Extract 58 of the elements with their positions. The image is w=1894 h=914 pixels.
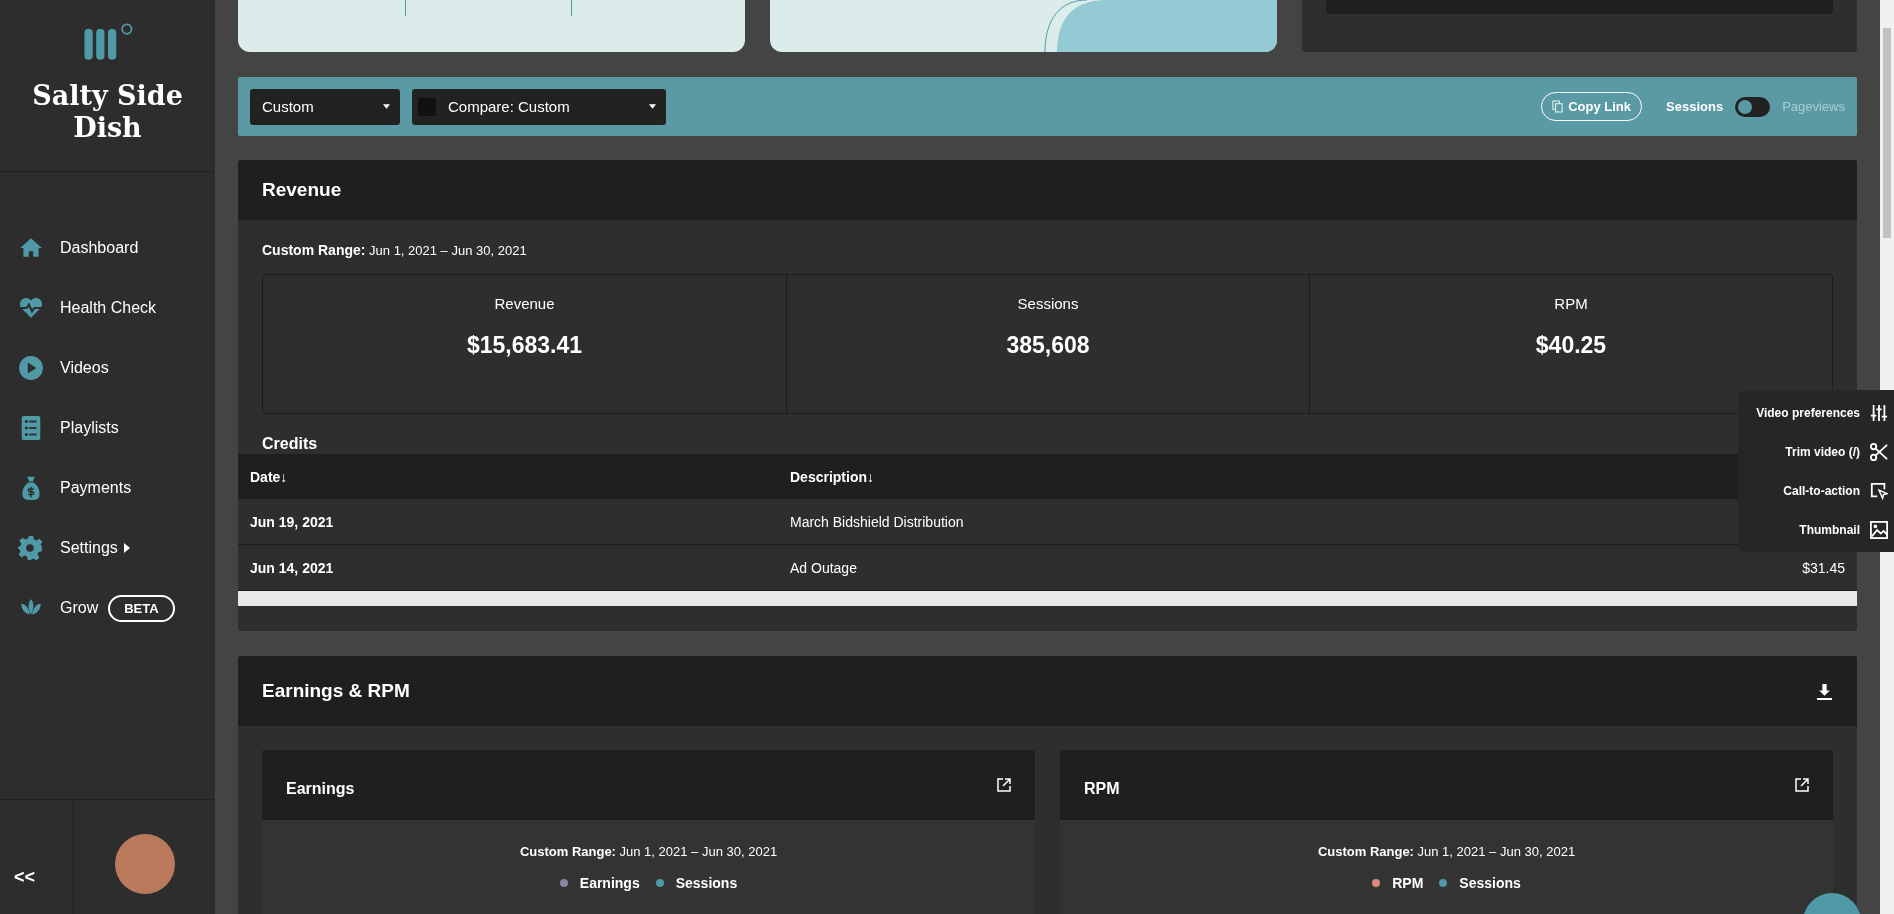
nav-item[interactable]: Videos xyxy=(0,338,215,398)
caret-icon xyxy=(383,104,390,109)
copy-icon xyxy=(1552,100,1564,113)
image-icon xyxy=(1870,520,1888,539)
compare-dropdown[interactable]: Compare: Custom xyxy=(412,88,666,125)
menu-item[interactable]: Thumbnail xyxy=(1738,510,1894,549)
menu-item[interactable]: Call-to-action xyxy=(1738,471,1894,510)
toggle-label: Sessions xyxy=(1666,99,1724,114)
table-cell-text: Ad Outage xyxy=(790,559,858,576)
caret-icon xyxy=(123,543,130,553)
external-link-icon[interactable] xyxy=(1795,778,1809,792)
stat-value: $40.25 xyxy=(1535,332,1607,359)
date-range: Custom Range: Jun 1, 2021 – Jun 30, 2021 xyxy=(1316,844,1577,859)
table-cell-text: Jun 19, 2021 xyxy=(250,513,335,530)
table-cell-text: Jun 14, 2021 xyxy=(250,559,335,576)
menu-item[interactable]: Video preferences xyxy=(1738,393,1894,432)
caret-icon xyxy=(649,104,656,109)
legend-label: Sessions xyxy=(1459,875,1521,891)
nav-item[interactable]: Settings xyxy=(0,518,215,578)
nav-item[interactable]: Grow BETA xyxy=(0,578,215,638)
menu-item[interactable]: Trim video (/) xyxy=(1738,432,1894,471)
horizontal-scrollbar[interactable] xyxy=(238,591,1857,606)
section-title: Credits xyxy=(262,434,318,454)
stat-label: RPM xyxy=(1554,295,1588,312)
date-range: Custom Range: Jun 1, 2021 – Jun 30, 2021 xyxy=(261,241,528,258)
nav-item[interactable]: Payments xyxy=(0,458,215,518)
stat-value: $15,683.41 xyxy=(466,332,583,359)
beta-badge: BETA xyxy=(108,594,175,622)
legend-label: Sessions xyxy=(675,875,738,891)
table-cell: $31.45 xyxy=(1802,559,1845,576)
card-title: Earnings & RPM xyxy=(262,680,410,702)
panel-title: Earnings xyxy=(286,779,355,798)
legend-label: RPM xyxy=(1392,875,1424,891)
stat-label: Revenue xyxy=(494,295,555,312)
nav-item[interactable]: Dashboard xyxy=(0,218,215,278)
date-range: Custom Range: Jun 1, 2021 – Jun 30, 2021 xyxy=(518,844,779,859)
metric-toggle[interactable] xyxy=(1735,96,1771,117)
play-icon xyxy=(18,355,44,381)
nav-item[interactable]: Health Check xyxy=(0,278,215,338)
nav-item[interactable]: Playlists xyxy=(0,398,215,458)
settings-icon xyxy=(18,535,44,561)
cursor-icon xyxy=(1870,481,1888,500)
card-title: Revenue xyxy=(262,179,342,201)
logo-icon xyxy=(81,22,134,62)
stat-label: Sessions xyxy=(1017,295,1079,312)
stat-value: 385,608 xyxy=(1006,332,1090,359)
download-icon[interactable] xyxy=(1816,682,1833,700)
scissors-icon xyxy=(1870,442,1888,461)
range-dropdown[interactable]: Custom xyxy=(250,88,400,125)
scrollbar-thumb[interactable] xyxy=(1883,28,1891,238)
panel-title: RPM xyxy=(1084,779,1120,798)
sliders-icon xyxy=(1870,403,1888,422)
collapse-button[interactable]: << xyxy=(0,800,74,914)
column-header[interactable]: Date↓ xyxy=(250,468,790,485)
legend-label: Earnings xyxy=(579,875,640,891)
external-link-icon[interactable] xyxy=(997,778,1011,792)
brand-name: Salty Side Dish xyxy=(31,80,184,144)
toggle-label: Pageviews xyxy=(1782,99,1845,114)
